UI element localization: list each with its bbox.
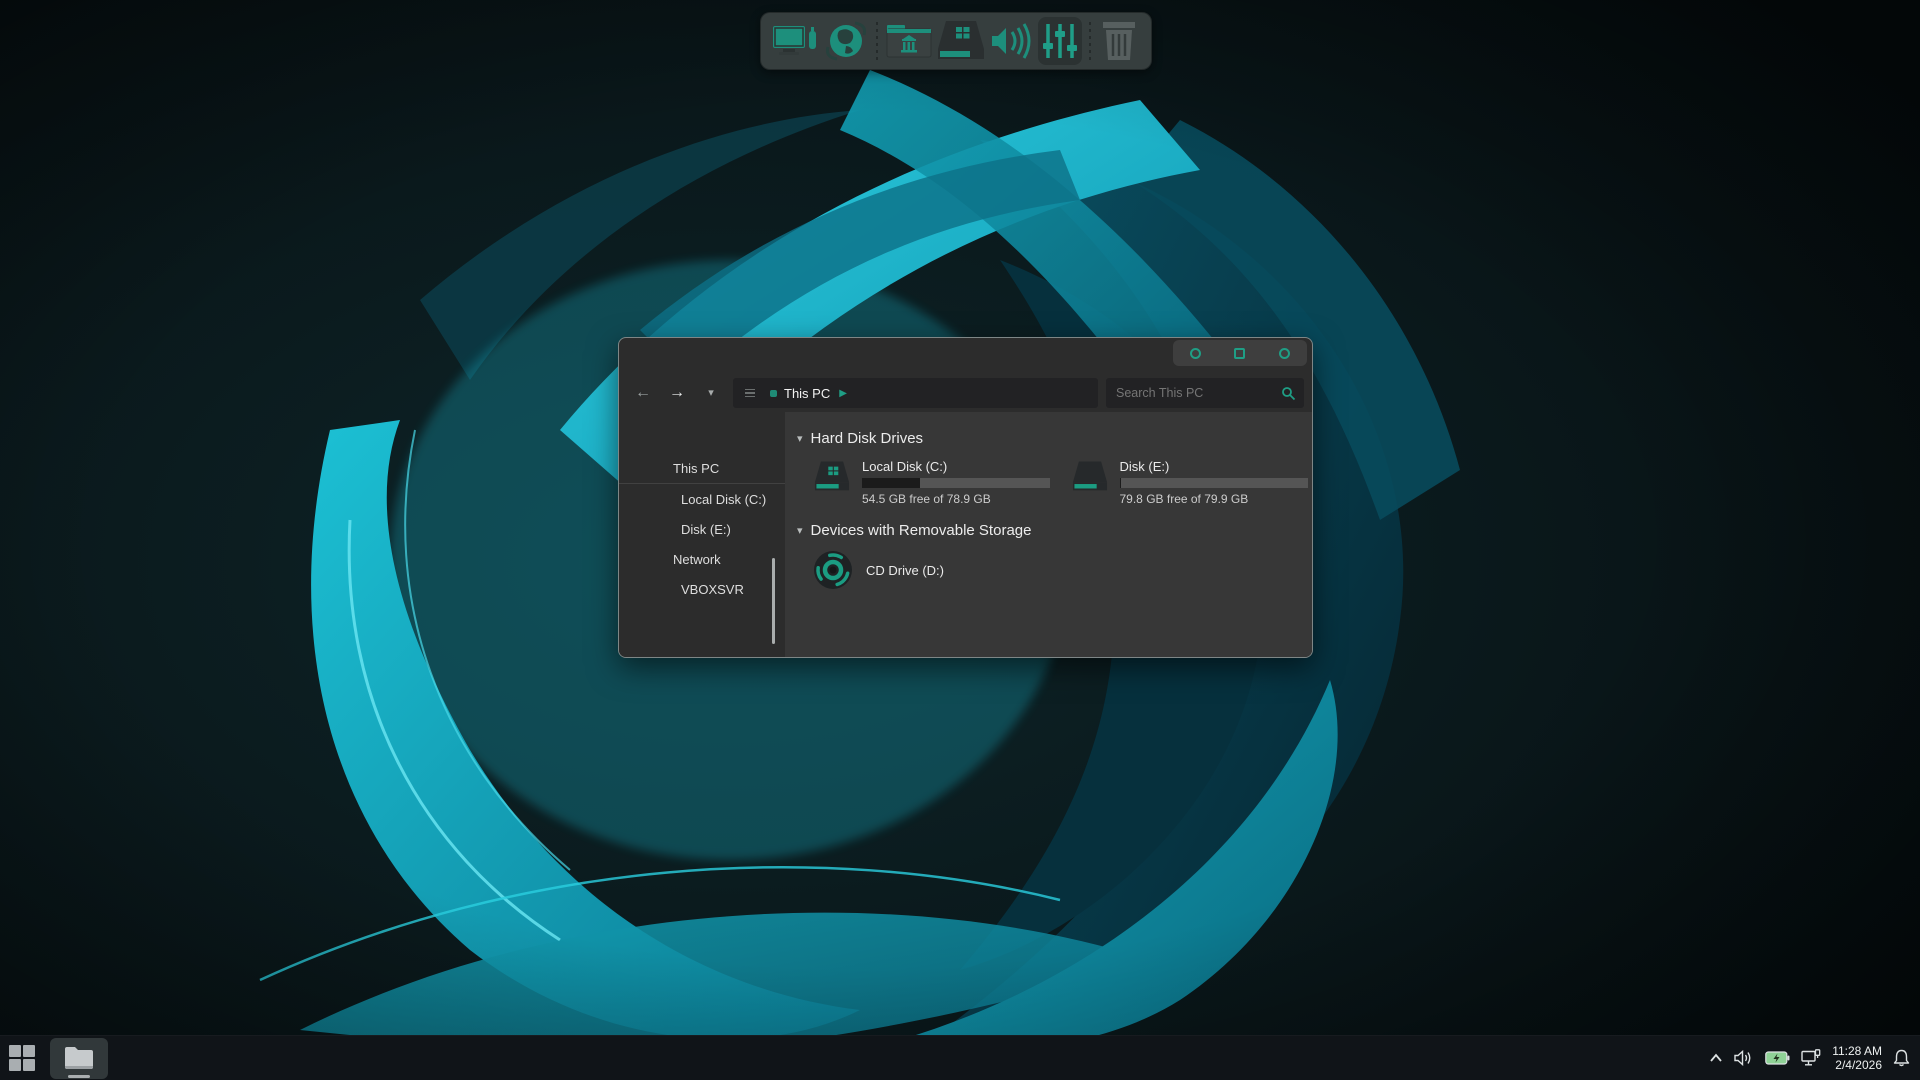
start-button[interactable] [0, 1036, 44, 1080]
sidebar-item-this-pc[interactable]: This PC [619, 454, 785, 484]
hidden-icons-chevron-icon[interactable] [1709, 1053, 1723, 1063]
address-menu-icon [745, 388, 755, 398]
sidebar-scrollbar[interactable] [772, 558, 775, 644]
sidebar-item-local-disk-c[interactable]: Local Disk (C:) [619, 484, 785, 514]
mixer-sliders-icon[interactable] [1038, 17, 1082, 65]
folder-icon [65, 1046, 93, 1069]
forward-icon[interactable]: → [665, 385, 689, 401]
hard-drive-icon [1072, 461, 1107, 491]
cd-drive-icon [814, 551, 852, 589]
search-box[interactable] [1106, 378, 1304, 408]
close-button[interactable] [1279, 347, 1291, 359]
clock[interactable]: 11:28 AM 2/4/2026 [1832, 1044, 1882, 1072]
maximize-button[interactable] [1234, 347, 1246, 359]
section-header-removable-storage[interactable]: ▾ Devices with Removable Storage [797, 522, 1312, 539]
time: 11:28 AM [1832, 1044, 1882, 1058]
window-controls [1173, 340, 1307, 366]
battery-charging-icon[interactable] [1765, 1051, 1790, 1065]
drive-tile-disk-e[interactable]: Disk (E:) 79.8 GB free of 79.9 GB [1070, 457, 1313, 506]
audio-speaker-icon[interactable] [988, 17, 1038, 65]
date: 2/4/2026 [1835, 1058, 1882, 1072]
display-connection-icon[interactable] [1801, 1049, 1821, 1067]
search-input[interactable] [1116, 386, 1281, 400]
chevron-right-icon: ▶ [839, 387, 847, 399]
address-location: This PC [784, 385, 831, 401]
dock-separator [875, 22, 879, 60]
vm-dock [760, 12, 1152, 70]
address-bar[interactable]: This PC ▶ [733, 378, 1098, 408]
chevron-down-icon: ▾ [797, 433, 803, 445]
disk-usage-bar [862, 478, 1050, 488]
this-pc-icon [770, 389, 777, 397]
windows-logo-icon [9, 1045, 35, 1071]
chevron-down-icon[interactable]: ▾ [699, 387, 723, 399]
section-header-hard-disk-drives[interactable]: ▾ Hard Disk Drives [797, 430, 1312, 447]
drive-tile-cd-drive-d[interactable]: CD Drive (D:) [812, 549, 1312, 591]
file-explorer-window: ← → ▾ This PC ▶ This PC Local Disk (C:) [618, 337, 1313, 658]
hard-drive-icon [814, 461, 850, 491]
minimize-button[interactable] [1189, 347, 1201, 359]
navigation-pane: This PC Local Disk (C:) Disk (E:) Networ… [619, 412, 785, 657]
volume-icon[interactable] [1734, 1050, 1754, 1066]
shared-folder-icon[interactable] [884, 17, 934, 65]
back-icon[interactable]: ← [631, 385, 655, 401]
sidebar-item-disk-e[interactable]: Disk (E:) [619, 514, 785, 544]
search-icon[interactable] [1281, 386, 1296, 401]
drive-tile-local-disk-c[interactable]: Local Disk (C:) 54.5 GB free of 78.9 GB [812, 457, 1055, 506]
trash-icon[interactable] [1097, 17, 1141, 65]
disk-usage-bar [1119, 478, 1308, 488]
navigation-bar: ← → ▾ This PC ▶ [619, 374, 1312, 412]
dock-separator [1088, 22, 1092, 60]
chevron-down-icon: ▾ [797, 525, 803, 537]
sidebar-item-vboxsvr[interactable]: VBOXSVR [619, 574, 785, 604]
sidebar-item-network[interactable]: Network [619, 544, 785, 574]
content-pane: ▾ Hard Disk Drives Local Disk (C:) 54.5 … [785, 412, 1312, 657]
system-tray: 11:28 AM 2/4/2026 [1709, 1036, 1920, 1080]
boot-drive-icon[interactable] [934, 17, 988, 65]
notifications-bell-icon[interactable] [1893, 1049, 1910, 1067]
file-explorer-taskbar-button[interactable] [50, 1037, 108, 1079]
network-globe-icon[interactable] [823, 17, 869, 65]
active-app-indicator [68, 1074, 90, 1078]
display-and-device-icon[interactable] [771, 17, 823, 65]
title-bar[interactable] [619, 338, 1312, 374]
taskbar: 11:28 AM 2/4/2026 [0, 1035, 1920, 1080]
